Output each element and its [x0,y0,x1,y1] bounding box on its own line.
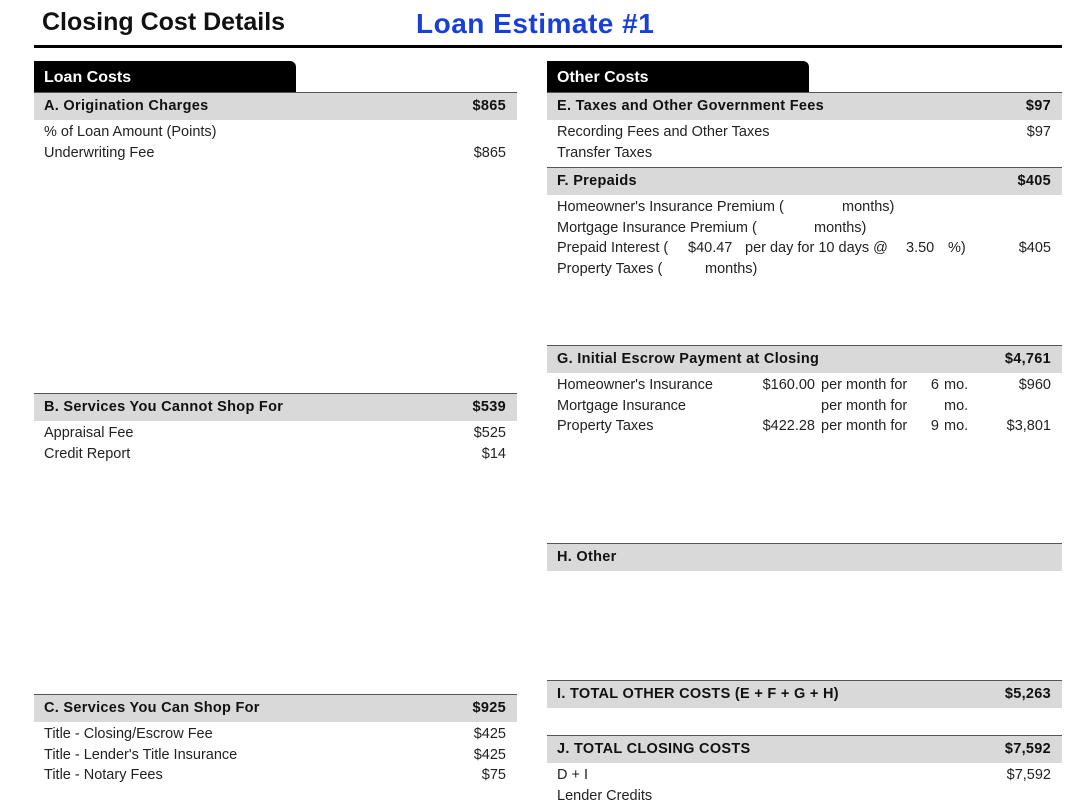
mip-premium-label: Mortgage Insurance Premium ( [557,220,757,236]
hoi-premium-label: Homeowner's Insurance Premium ( [557,199,784,215]
section-a-header: A. Origination Charges $865 [34,92,517,120]
underwriting-fee-amount: $865 [473,145,506,161]
section-h-label: H. Other [557,549,617,565]
section-e-header: E. Taxes and Other Government Fees $97 [547,92,1062,120]
lender-credits-amount [950,786,1051,806]
lenders-title-insurance-label: Title - Lender's Title Insurance [44,747,238,763]
appraisal-fee-label: Appraisal Fee [44,425,134,441]
escrow-mi-per-month-label: per month for [821,398,908,414]
section-b-amount: $539 [472,399,506,415]
lenders-title-insurance-amount: $425 [473,747,506,763]
recording-fees-label: Recording Fees and Other Taxes [557,124,770,140]
section-g-amount: $4,761 [1004,351,1051,367]
escrow-hoi-months: 6 [930,377,939,393]
prepaid-interest-amount: $405 [1018,240,1051,256]
section-i-label: I. TOTAL OTHER COSTS (E + F + G + H) [557,686,839,702]
section-i-header: I. TOTAL OTHER COSTS (E + F + G + H) $5,… [547,680,1062,708]
closing-escrow-fee-amount: $425 [473,726,506,742]
section-b-label: B. Services You Cannot Shop For [44,399,284,415]
section-a-amount: $865 [472,98,506,114]
escrow-mi-monthly [740,396,815,416]
section-e-amount: $97 [1025,98,1051,114]
mip-premium-months-label: months) [814,220,867,236]
d-plus-i-label: D + I [557,767,589,783]
loan-costs-tab: Loan Costs [34,61,296,92]
section-g-header: G. Initial Escrow Payment at Closing $4,… [547,345,1062,373]
closing-escrow-fee-label: Title - Closing/Escrow Fee [44,726,213,742]
escrow-hoi-amount: $960 [1018,377,1051,393]
section-g-label: G. Initial Escrow Payment at Closing [557,351,820,367]
section-b-header: B. Services You Cannot Shop For $539 [34,393,517,421]
recording-fees-amount: $97 [1026,124,1051,140]
escrow-taxes-monthly: $422.28 [762,418,815,434]
escrow-hoi-label: Homeowner's Insurance [557,377,713,393]
credit-report-amount: $14 [481,446,506,462]
section-h-header: H. Other [547,543,1062,571]
escrow-taxes-months: 9 [930,418,939,434]
notary-fees-amount: $75 [481,767,506,783]
section-f-amount: $405 [1017,173,1051,189]
prepaid-interest-rate: 3.50 [906,240,935,256]
property-taxes-prepaid-label: Property Taxes ( [557,261,663,277]
escrow-mi-months [915,396,939,416]
section-j-amount: $7,592 [1004,741,1051,757]
escrow-mi-amount [950,396,1051,416]
transfer-taxes-label: Transfer Taxes [557,145,653,161]
page-title: Closing Cost Details [42,8,286,36]
section-i-amount: $5,263 [1004,686,1051,702]
prepaid-interest-days: per day for 10 days @ [745,240,888,256]
property-taxes-prepaid-months-label: months) [705,261,758,277]
section-e-label: E. Taxes and Other Government Fees [557,98,824,114]
escrow-taxes-per-month-label: per month for [821,418,908,434]
other-costs-tab: Other Costs [547,61,809,92]
section-c-amount: $925 [472,700,506,716]
transfer-taxes-amount [950,143,1051,163]
section-a-label: A. Origination Charges [44,98,209,114]
escrow-hoi-per-month-label: per month for [821,377,908,393]
escrow-hoi-monthly: $160.00 [762,377,815,393]
section-f-header: F. Prepaids $405 [547,167,1062,195]
lender-credits-label: Lender Credits [557,788,653,804]
escrow-taxes-amount: $3,801 [1006,418,1051,434]
section-j-label: J. TOTAL CLOSING COSTS [557,741,751,757]
escrow-taxes-label: Property Taxes [557,418,654,434]
estimate-title: Loan Estimate #1 [416,8,655,39]
underwriting-fee-label: Underwriting Fee [44,145,155,161]
notary-fees-label: Title - Notary Fees [44,767,163,783]
section-f-label: F. Prepaids [557,173,637,189]
points-label: % of Loan Amount (Points) [44,124,217,140]
escrow-mi-label: Mortgage Insurance [557,398,686,414]
appraisal-fee-amount: $525 [473,425,506,441]
points-amount [400,122,506,142]
d-plus-i-amount: $7,592 [1006,767,1051,783]
hoi-premium-months-label: months) [842,199,895,215]
credit-report-label: Credit Report [44,446,131,462]
section-c-label: C. Services You Can Shop For [44,700,260,716]
title-divider [34,45,1062,48]
section-j-header: J. TOTAL CLOSING COSTS $7,592 [547,735,1062,763]
prepaid-interest-label: Prepaid Interest ( [557,240,669,256]
prepaid-interest-per-day: $40.47 [688,240,733,256]
section-c-header: C. Services You Can Shop For $925 [34,694,517,722]
